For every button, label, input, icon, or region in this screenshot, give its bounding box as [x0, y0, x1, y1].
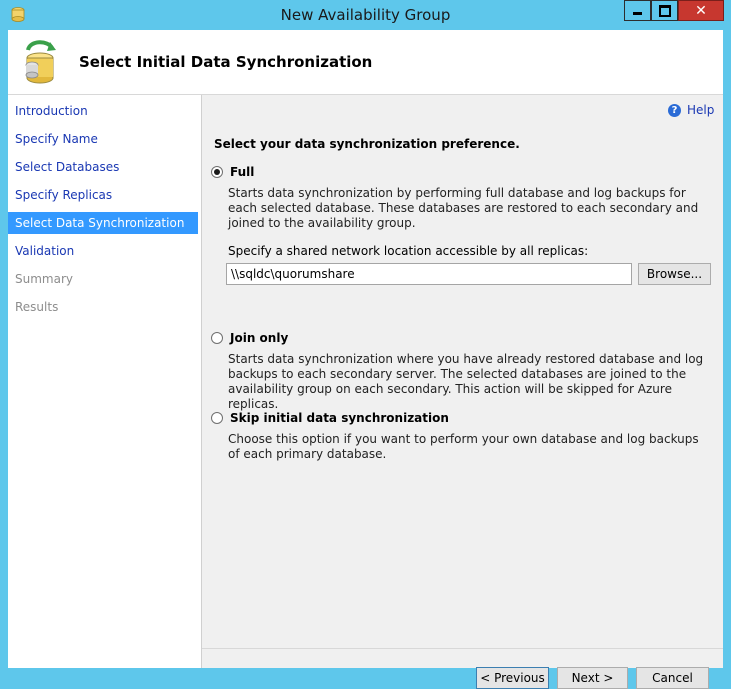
title-bar[interactable]: New Availability Group ✕ [0, 0, 731, 30]
dialog-body: Select Initial Data Synchronization Intr… [8, 30, 723, 689]
main-panel: ? Help Select your data synchronization … [202, 95, 723, 689]
close-button[interactable]: ✕ [678, 0, 724, 21]
cancel-button[interactable]: Cancel [636, 667, 709, 689]
skip-sync-option-description: Choose this option if you want to perfor… [228, 432, 699, 461]
share-location-label: Specify a shared network location access… [228, 244, 589, 258]
nav-item-select-data-synchronization[interactable]: Select Data Synchronization [8, 212, 198, 234]
share-location-input[interactable]: \\sqldc\quorumshare [226, 263, 632, 285]
help-link[interactable]: ? Help [668, 103, 714, 117]
skip-sync-option-label[interactable]: Skip initial data synchronization [230, 411, 449, 425]
maximize-button[interactable] [651, 0, 678, 21]
page-title: Select Initial Data Synchronization [79, 53, 373, 71]
nav-item-results: Results [15, 300, 59, 314]
minimize-button[interactable] [624, 0, 651, 21]
previous-button[interactable]: < Previous [476, 667, 549, 689]
nav-item-select-databases[interactable]: Select Databases [8, 156, 198, 178]
join-only-option-label[interactable]: Join only [230, 331, 288, 345]
full-option-description: Starts data synchronization by performin… [228, 186, 699, 230]
help-icon: ? [668, 103, 681, 117]
next-button[interactable]: Next > [557, 667, 628, 689]
nav-item-specify-replicas[interactable]: Specify Replicas [8, 184, 198, 206]
database-sync-icon [25, 40, 56, 84]
sync-preference-prompt: Select your data synchronization prefere… [214, 137, 520, 151]
nav-item-specify-name[interactable]: Specify Name [8, 128, 198, 150]
nav-item-introduction[interactable]: Introduction [8, 100, 198, 122]
window-title: New Availability Group [280, 6, 451, 24]
skip-sync-radio[interactable] [211, 412, 223, 424]
maximize-icon [658, 4, 671, 17]
join-only-radio[interactable] [211, 332, 223, 344]
page-header: Select Initial Data Synchronization [8, 30, 723, 95]
nav-item-summary: Summary [15, 272, 73, 286]
wizard-nav: Introduction Specify Name Select Databas… [8, 95, 202, 668]
full-radio[interactable] [211, 166, 223, 178]
browse-button[interactable]: Browse... [638, 263, 711, 285]
close-icon: ✕ [695, 2, 707, 19]
join-only-option-description: Starts data synchronization where you ha… [228, 352, 704, 411]
nav-item-validation[interactable]: Validation [8, 240, 198, 262]
full-option-label[interactable]: Full [230, 165, 254, 179]
footer-divider [202, 648, 723, 649]
help-label: Help [687, 103, 715, 117]
minimize-icon [633, 12, 642, 15]
